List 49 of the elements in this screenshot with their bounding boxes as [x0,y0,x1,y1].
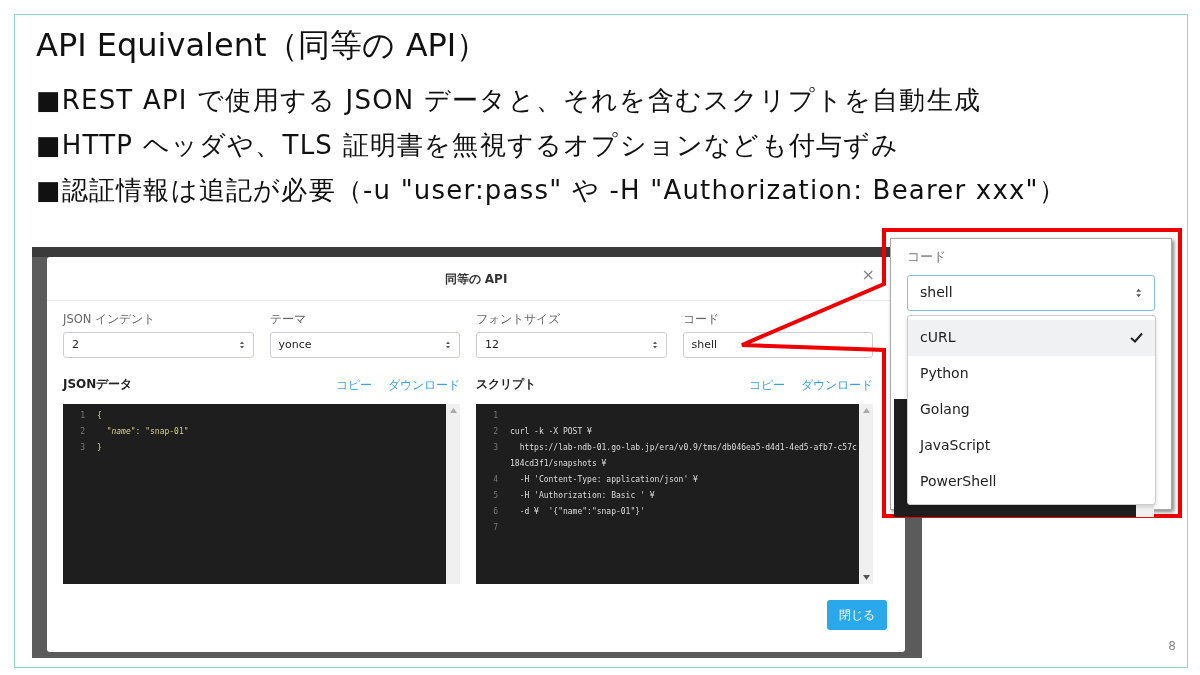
field-label: コード [682,311,720,328]
updown-icon [445,340,451,351]
bullet-text: ■認証情報は追記が必要（-u "user:pass" や -H "Authorization: Bearer xxx"） [36,174,1067,208]
field-label: コード [907,248,947,266]
close-button[interactable]: × [861,267,875,283]
code-line: curl -k -X POST ¥ [509,426,592,439]
updown-icon [238,340,245,351]
line-number: 7 [492,522,498,535]
line-number: 1 [79,410,85,423]
code-line: -d ¥ '{"name":"snap-01"}' [518,506,645,519]
dropdown-option[interactable]: PowerShell [908,463,1155,500]
line-number: 5 [492,490,498,503]
dropdown-option[interactable]: JavaScript [908,427,1155,464]
select-field[interactable]: 2 [63,332,254,359]
scroll-up-icon[interactable] [862,408,870,414]
line-number: 2 [79,426,85,439]
code-line: -H 'Authorization: Basic ' ¥ [518,490,655,503]
line-number: 1 [492,410,498,423]
scroll-up-icon[interactable] [449,408,457,414]
select-field[interactable]: yonce [269,332,460,359]
line-number: 6 [492,506,498,519]
line-number: 2 [492,426,498,439]
bullet-text: ■HTTP ヘッダや、TLS 証明書を無視するオプションなども付与ずみ [36,129,901,163]
dropdown-option[interactable]: cURL [908,319,1155,356]
field-label: フォントサイズ [476,311,561,328]
bullet-text: ■REST API で使用する JSON データと、それを含むスクリプトを自動生成 [36,84,982,118]
dialog-title: 同等の API [444,270,508,288]
slide-title: API Equivalent（同等の API） [36,26,490,65]
check-icon [1130,332,1143,343]
dropdown-option[interactable]: Golang [908,391,1155,428]
line-number: 3 [79,442,85,455]
panel-title: スクリプト [476,376,536,394]
scroll-down-icon[interactable] [862,575,870,581]
field-label: JSON インデント [63,311,156,328]
field-label: テーマ [269,311,307,328]
panel-title: JSONデータ [63,376,133,394]
code-line: } [96,442,102,455]
code-line: { [96,410,102,423]
dropdown-option[interactable]: Python [908,355,1155,392]
code-line: -H 'Content-Type: application/json' ¥ [518,474,698,487]
line-number: 3 [492,442,498,455]
code-line: "name": "snap-01" [105,426,189,439]
line-number: 4 [492,474,498,487]
page-number: 8 [1168,638,1176,655]
updown-icon [1134,286,1142,299]
code-line: https://lab-ndb-01.go-lab.jp/era/v0.9/tms/db046ea5-d4d1-4ed5-afb7-c57c184cd3f1/snapshots ¥ [509,442,858,471]
updown-icon [651,340,658,351]
select-field[interactable]: 12 [476,332,667,359]
select-field[interactable]: shell [907,274,1155,311]
